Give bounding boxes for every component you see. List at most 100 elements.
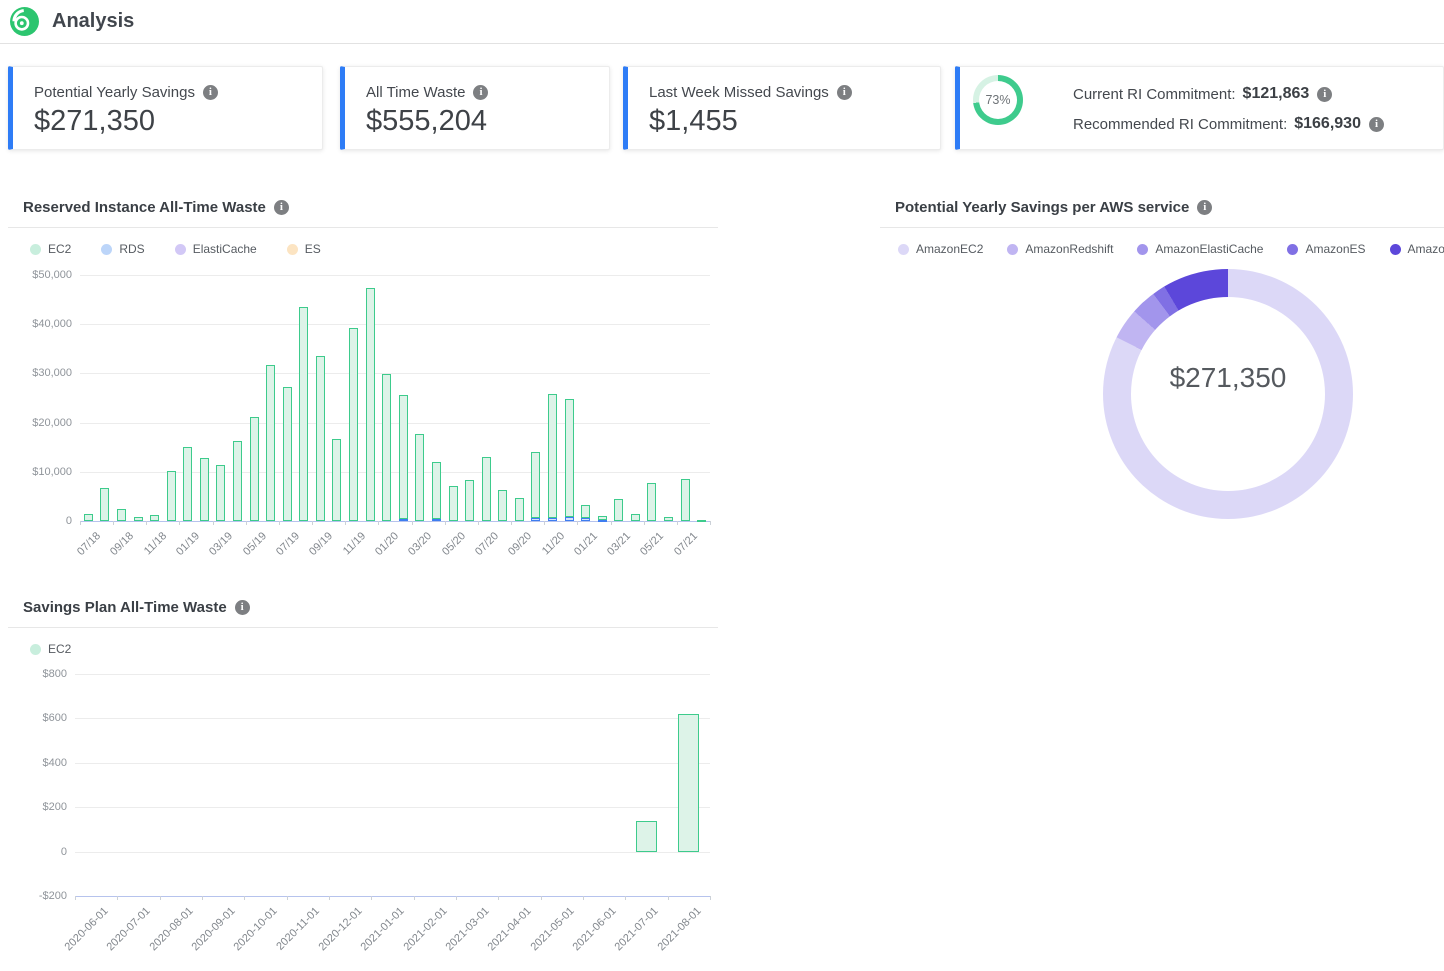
axis-tick	[541, 896, 542, 900]
legend-item-ec2[interactable]: EC2	[30, 642, 71, 656]
bar-ec2-10/20[interactable]	[531, 452, 540, 518]
legend-item-amazonrds[interactable]: AmazonRDS	[1390, 242, 1444, 256]
bar-rds-11/20[interactable]	[548, 518, 557, 521]
bar-ec2-12/20[interactable]	[565, 399, 574, 517]
y-axis-label: $50,000	[32, 269, 72, 281]
gridline	[75, 674, 710, 675]
savings-plan-waste-chart-panel: Savings Plan All-Time Waste EC2 $800$600…	[8, 590, 718, 971]
info-icon[interactable]	[1317, 87, 1332, 102]
legend-dot	[1007, 244, 1018, 255]
legend-label: AmazonES	[1305, 242, 1365, 256]
info-icon[interactable]	[1197, 200, 1212, 215]
bar-ec2-11/19[interactable]	[349, 328, 358, 521]
axis-tick	[544, 521, 545, 525]
bar-rds-01/21[interactable]	[581, 518, 590, 521]
bar-rds-10/20[interactable]	[531, 518, 540, 521]
bar-ec2-06/20[interactable]	[465, 480, 474, 521]
bar-ec2-01/20[interactable]	[382, 374, 391, 521]
bar-ec2-03/19[interactable]	[216, 465, 225, 521]
bar-ec2-10/19[interactable]	[332, 439, 341, 521]
legend-label: EC2	[48, 242, 71, 256]
bar-ec2-05/20[interactable]	[449, 486, 458, 521]
info-icon[interactable]	[1369, 117, 1384, 132]
stat-card-label: All Time Waste	[366, 84, 488, 101]
bar-ec2-04/19[interactable]	[233, 441, 242, 521]
axis-tick	[611, 521, 612, 525]
bar-ec2-02/21[interactable]	[598, 516, 607, 519]
bar-ec2-07/21[interactable]	[681, 479, 690, 521]
legend-label: AmazonRDS	[1408, 242, 1444, 256]
axis-tick	[378, 521, 379, 525]
legend-label: AmazonElastiCache	[1155, 242, 1263, 256]
bar-ec2-12/19[interactable]	[366, 288, 375, 521]
legend-item-es[interactable]: ES	[287, 242, 321, 256]
axis-tick	[279, 521, 280, 525]
bar-ec2-03/21[interactable]	[614, 499, 623, 521]
bar-ec2-02/19[interactable]	[200, 458, 209, 521]
bar-ec2-12/18[interactable]	[167, 471, 176, 521]
axis-tick	[113, 521, 114, 525]
bar-ec2-2021-07-01[interactable]	[636, 821, 657, 852]
y-axis-label: -$200	[39, 890, 67, 902]
bar-ec2-08/21[interactable]	[697, 520, 706, 522]
recommended-ri-commitment-value: $166,930	[1294, 115, 1361, 133]
bar-ec2-09/18[interactable]	[117, 509, 126, 521]
bar-ec2-11/18[interactable]	[150, 515, 159, 521]
bar-ec2-04/21[interactable]	[631, 514, 640, 521]
bar-ec2-06/21[interactable]	[664, 517, 673, 521]
x-axis-line	[75, 896, 710, 897]
stat-card-value: $555,204	[366, 105, 487, 138]
bar-ec2-03/20[interactable]	[415, 434, 424, 521]
stat-card-value: $1,455	[649, 105, 738, 138]
bar-ec2-07/20[interactable]	[482, 457, 491, 521]
bar-ec2-02/20[interactable]	[399, 395, 408, 519]
bar-ec2-08/18[interactable]	[100, 488, 109, 521]
legend-item-ec2[interactable]: EC2	[30, 242, 71, 256]
ri-coverage-ring: 73%	[973, 75, 1023, 125]
bar-rds-12/20[interactable]	[565, 517, 574, 521]
recommended-ri-commitment-label: Recommended RI Commitment:	[1073, 116, 1287, 133]
bar-ec2-07/19[interactable]	[283, 387, 292, 521]
info-icon[interactable]	[837, 85, 852, 100]
bar-ec2-05/19[interactable]	[250, 417, 259, 521]
info-icon[interactable]	[274, 200, 289, 215]
divider	[880, 227, 1444, 228]
info-icon[interactable]	[473, 85, 488, 100]
bar-ec2-09/19[interactable]	[316, 356, 325, 521]
stat-card-value: $271,350	[34, 105, 155, 138]
legend-item-elasticache[interactable]: ElastiCache	[175, 242, 257, 256]
bar-ec2-01/19[interactable]	[183, 447, 192, 521]
divider	[8, 627, 718, 628]
bar-ec2-11/20[interactable]	[548, 394, 557, 518]
chart-title: Reserved Instance All-Time Waste	[23, 199, 289, 216]
stat-card-label: Potential Yearly Savings	[34, 84, 218, 101]
legend-label: AmazonEC2	[916, 242, 983, 256]
bar-ec2-07/18[interactable]	[84, 514, 93, 521]
legend-item-amazonredshift[interactable]: AmazonRedshift	[1007, 242, 1113, 256]
current-ri-commitment-line: Current RI Commitment: $121,863	[1073, 85, 1332, 103]
stat-card-all-time-waste: All Time Waste $555,204	[340, 66, 610, 150]
x-axis-line	[80, 521, 710, 522]
bar-ec2-08/20[interactable]	[498, 490, 507, 521]
axis-tick	[80, 521, 81, 525]
bar-rds-02/20[interactable]	[399, 519, 408, 521]
bar-ec2-09/20[interactable]	[515, 498, 524, 521]
legend-item-amazonec2[interactable]: AmazonEC2	[898, 242, 983, 256]
bar-ec2-08/19[interactable]	[299, 307, 308, 521]
legend-item-rds[interactable]: RDS	[101, 242, 144, 256]
bar-ec2-06/19[interactable]	[266, 365, 275, 521]
bar-ec2-04/20[interactable]	[432, 462, 441, 519]
bar-ec2-05/21[interactable]	[647, 483, 656, 521]
bar-rds-02/21[interactable]	[598, 520, 607, 522]
info-icon[interactable]	[235, 600, 250, 615]
bar-ec2-2021-08-01[interactable]	[678, 714, 699, 852]
gridline	[80, 324, 710, 325]
bar-ec2-01/21[interactable]	[581, 505, 590, 518]
axis-tick	[213, 521, 214, 525]
legend-item-amazonelasticache[interactable]: AmazonElastiCache	[1137, 242, 1263, 256]
bar-ec2-10/18[interactable]	[134, 517, 143, 521]
x-axis-label: 2020-08-01	[147, 905, 195, 953]
info-icon[interactable]	[203, 85, 218, 100]
bar-rds-04/20[interactable]	[432, 519, 441, 521]
legend-item-amazones[interactable]: AmazonES	[1287, 242, 1365, 256]
